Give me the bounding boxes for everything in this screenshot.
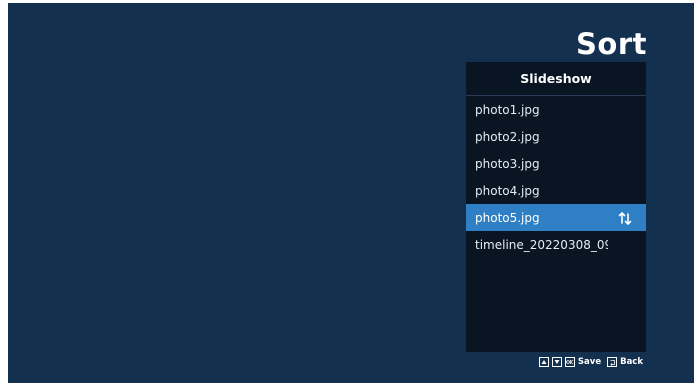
save-hint-label: Save bbox=[577, 357, 602, 367]
list-item-photo1[interactable]: photo1.jpg bbox=[466, 96, 646, 123]
up-key-icon bbox=[538, 357, 549, 367]
panel-header: Slideshow bbox=[466, 62, 646, 96]
file-name: photo4.jpg bbox=[475, 183, 540, 198]
list-item-timeline[interactable]: timeline_20220308_0900 bbox=[466, 231, 646, 258]
key-hint-bar: Save Back bbox=[538, 357, 646, 367]
list-item-photo3[interactable]: photo3.jpg bbox=[466, 150, 646, 177]
sort-arrows-icon bbox=[618, 212, 632, 225]
tv-screen: Sort Slideshow photo1.jpg photo2.jpg pho… bbox=[8, 3, 694, 383]
slideshow-panel: Slideshow photo1.jpg photo2.jpg photo3.j… bbox=[466, 62, 646, 352]
ok-key-icon bbox=[564, 357, 575, 367]
page-title: Sort bbox=[576, 27, 647, 61]
list-item-photo2[interactable]: photo2.jpg bbox=[466, 123, 646, 150]
file-name: photo1.jpg bbox=[475, 102, 540, 117]
back-key-icon bbox=[607, 357, 618, 367]
back-hint-label: Back bbox=[620, 357, 643, 367]
list-item-photo5-selected[interactable]: photo5.jpg bbox=[466, 204, 646, 231]
file-name: photo5.jpg bbox=[475, 210, 540, 225]
list-item-photo4[interactable]: photo4.jpg bbox=[466, 177, 646, 204]
file-name: photo3.jpg bbox=[475, 156, 540, 171]
file-name: timeline_20220308_0900 bbox=[475, 237, 608, 252]
file-name: photo2.jpg bbox=[475, 129, 540, 144]
file-list: photo1.jpg photo2.jpg photo3.jpg photo4.… bbox=[466, 96, 646, 258]
down-key-icon bbox=[551, 357, 562, 367]
